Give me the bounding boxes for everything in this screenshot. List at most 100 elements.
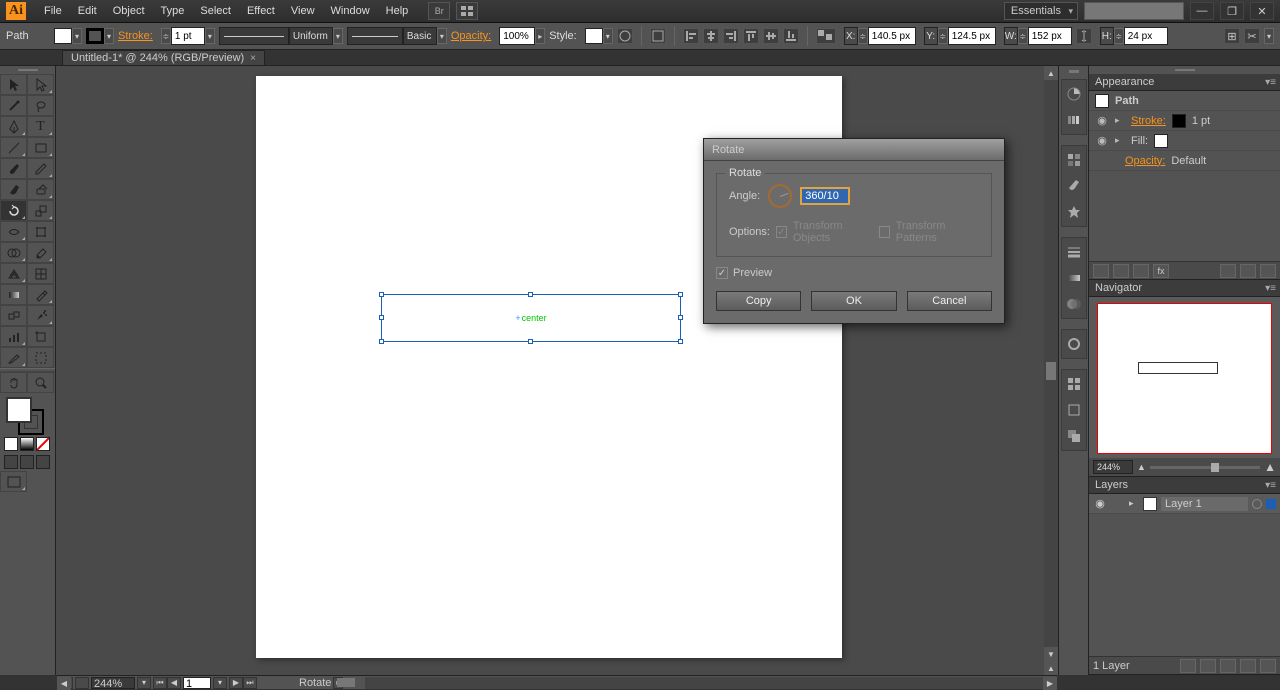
rotate-tool[interactable] <box>0 200 27 221</box>
zoom-in-icon[interactable]: ▲ <box>1264 460 1276 474</box>
align-panel-icon[interactable] <box>650 28 666 44</box>
copy-button[interactable]: Copy <box>716 291 801 311</box>
new-art-button[interactable] <box>1093 264 1109 278</box>
eraser-tool[interactable] <box>27 179 54 200</box>
gradient-panel-icon[interactable] <box>1063 267 1085 289</box>
align-panel-icon2[interactable] <box>1063 373 1085 395</box>
navigator-thumbnail[interactable] <box>1097 303 1272 454</box>
align-right-icon[interactable] <box>723 28 739 44</box>
pathfinder-panel-icon[interactable] <box>1063 425 1085 447</box>
lasso-tool[interactable] <box>27 95 54 116</box>
draw-inside-icon[interactable] <box>36 455 50 469</box>
hand-tool[interactable] <box>0 372 27 393</box>
layer-name[interactable]: Layer 1 <box>1161 497 1248 511</box>
layer-target-icon[interactable] <box>1252 499 1262 509</box>
slice-tool[interactable] <box>0 347 27 368</box>
align-left-icon[interactable] <box>683 28 699 44</box>
align-bottom-icon[interactable] <box>783 28 799 44</box>
w-input[interactable]: 152 px <box>1028 27 1072 45</box>
hand-tool-dup[interactable] <box>27 347 54 368</box>
controlbar-menu[interactable]: ▾ <box>1264 28 1274 44</box>
graphic-style-select[interactable]: ▾ <box>585 28 613 44</box>
new-sublayer-button[interactable] <box>1220 659 1236 673</box>
zoom-tool[interactable] <box>27 372 54 393</box>
add-effect-button[interactable]: fx <box>1153 264 1169 278</box>
blend-tool[interactable] <box>0 305 27 326</box>
zoom-slider[interactable] <box>1150 466 1260 469</box>
expand-icon[interactable]: ▸ <box>1115 115 1125 126</box>
menu-type[interactable]: Type <box>153 1 193 21</box>
screen-mode-button[interactable] <box>0 471 27 492</box>
new-layer-button[interactable] <box>1240 659 1256 673</box>
angle-dial[interactable] <box>768 184 792 208</box>
arrange-documents-button[interactable] <box>456 2 478 20</box>
stroke-color-swatch[interactable] <box>1172 114 1186 128</box>
edit-clip-icon[interactable]: ✂ <box>1244 28 1260 44</box>
navigator-view-box[interactable] <box>1097 303 1272 454</box>
magic-wand-tool[interactable] <box>0 95 27 116</box>
brush-select[interactable]: Basic▾ <box>347 27 447 45</box>
none-mode-icon[interactable] <box>36 437 50 451</box>
visibility-toggle[interactable]: ◉ <box>1095 114 1109 127</box>
blob-brush-tool[interactable] <box>0 179 27 200</box>
menu-view[interactable]: View <box>283 1 323 21</box>
navigator-panel-header[interactable]: Navigator▾≡ <box>1089 280 1280 297</box>
add-fill-button[interactable] <box>1133 264 1149 278</box>
cancel-button[interactable]: Cancel <box>907 291 992 311</box>
recolor-icon[interactable] <box>617 28 633 44</box>
selected-object[interactable]: center <box>381 294 681 342</box>
color-guide-panel-icon[interactable] <box>1063 109 1085 131</box>
angle-input[interactable] <box>800 187 850 205</box>
last-artboard-button[interactable]: ⏭ <box>243 677 257 689</box>
status-zoom-input[interactable]: 244% <box>91 677 135 689</box>
free-transform-tool[interactable] <box>27 221 54 242</box>
h-input[interactable]: 24 px <box>1124 27 1168 45</box>
perspective-grid-tool[interactable] <box>0 263 27 284</box>
paintbrush-tool[interactable] <box>0 158 27 179</box>
first-artboard-button[interactable]: ⏮ <box>153 677 167 689</box>
artboard-dropdown[interactable]: ▾ <box>213 677 227 689</box>
delete-layer-button[interactable] <box>1260 659 1276 673</box>
align-center-icon[interactable] <box>703 28 719 44</box>
color-panel-icon[interactable] <box>1063 83 1085 105</box>
expand-icon[interactable]: ▸ <box>1115 135 1125 146</box>
preview-checkbox[interactable] <box>716 267 728 279</box>
menu-select[interactable]: Select <box>192 1 239 21</box>
gradient-tool[interactable] <box>0 284 27 305</box>
align-middle-icon[interactable] <box>763 28 779 44</box>
clear-button[interactable] <box>1220 264 1236 278</box>
window-maximize[interactable]: ❐ <box>1220 2 1244 20</box>
zoom-dropdown[interactable]: ▾ <box>137 677 151 689</box>
document-tab[interactable]: Untitled-1* @ 244% (RGB/Preview) × <box>62 50 265 65</box>
type-tool[interactable]: T <box>27 116 54 137</box>
prev-artboard-button[interactable]: ◀ <box>167 677 181 689</box>
vertical-scrollbar[interactable]: ▲ ▼ ▲ <box>1044 66 1058 675</box>
scale-tool[interactable] <box>27 200 54 221</box>
workspace-selector[interactable]: Essentials <box>1004 2 1078 20</box>
delete-button[interactable] <box>1260 264 1276 278</box>
rectangle-tool[interactable] <box>27 137 54 158</box>
shape-builder-tool[interactable] <box>0 242 27 263</box>
stroke-color-control[interactable]: ▾ <box>86 28 114 44</box>
link-wh-icon[interactable] <box>1076 28 1092 44</box>
swatches-panel-icon[interactable] <box>1063 149 1085 171</box>
menu-file[interactable]: File <box>36 1 70 21</box>
window-minimize[interactable]: — <box>1190 2 1214 20</box>
x-input[interactable]: 140.5 px <box>868 27 916 45</box>
menu-window[interactable]: Window <box>323 1 378 21</box>
menu-object[interactable]: Object <box>105 1 153 21</box>
dialog-titlebar[interactable]: Rotate <box>704 139 1004 161</box>
width-tool[interactable] <box>0 221 27 242</box>
gradient-mode-icon[interactable] <box>20 437 34 451</box>
symbol-sprayer-tool[interactable] <box>27 305 54 326</box>
panel-menu-icon[interactable]: ▾≡ <box>1265 77 1276 88</box>
isolate-icon[interactable]: ⊞ <box>1224 28 1240 44</box>
artboard-tool[interactable] <box>27 326 54 347</box>
bridge-button[interactable]: Br <box>428 2 450 20</box>
menu-edit[interactable]: Edit <box>70 1 105 21</box>
fill-stroke-picker[interactable] <box>0 393 56 435</box>
align-top-icon[interactable] <box>743 28 759 44</box>
column-graph-tool[interactable] <box>0 326 27 347</box>
direct-selection-tool[interactable] <box>27 74 54 95</box>
visibility-toggle[interactable]: ◉ <box>1095 134 1109 147</box>
